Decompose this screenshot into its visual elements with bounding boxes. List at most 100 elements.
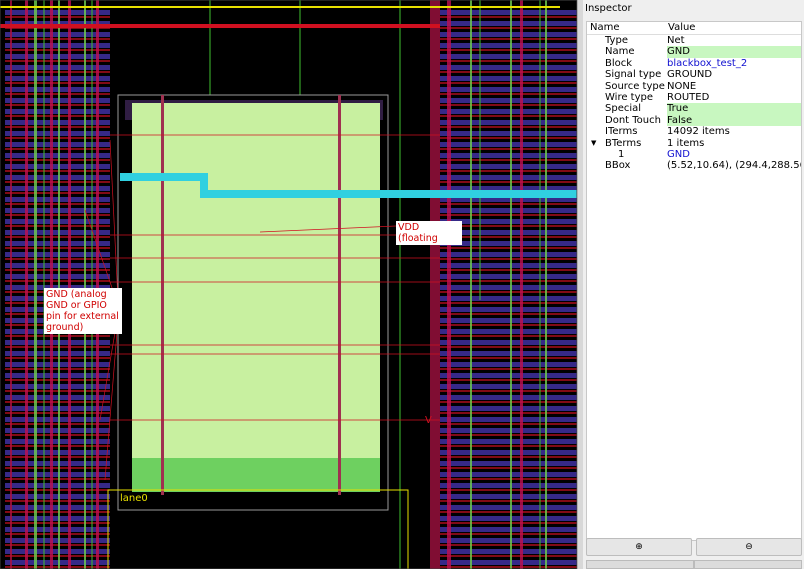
row-name: BTerms	[605, 137, 642, 149]
row-name: Special	[605, 103, 642, 115]
cell-row	[5, 340, 110, 345]
lane-label: lane0	[120, 493, 148, 504]
inspector-tree[interactable]: Name Value Type Net Name GND Block blackbox_t…	[586, 21, 802, 541]
inspector-row[interactable]: ITerms 14092 items	[587, 126, 801, 137]
layout-drawing	[0, 0, 577, 569]
row-name: Name	[605, 46, 635, 58]
cell-row	[5, 32, 110, 37]
vertical-strap	[520, 0, 523, 569]
row-value: GROUND	[667, 69, 713, 81]
vertical-strap	[447, 0, 451, 569]
expand-arrow-icon[interactable]: ▼	[591, 138, 596, 149]
row-value[interactable]: blackbox_test_2	[667, 58, 801, 69]
row-name: Type	[605, 35, 628, 46]
inspector-row[interactable]: 1 GND	[587, 149, 801, 160]
cell-row	[5, 131, 110, 136]
row-value[interactable]: GND	[667, 149, 801, 160]
inspector-button-bar: ⊕ ⊖	[586, 538, 802, 556]
cell-row	[440, 263, 577, 268]
cell-row	[5, 230, 110, 235]
bottom-tab-2[interactable]	[694, 560, 802, 569]
bottom-tabs	[586, 560, 802, 569]
cell-row	[5, 43, 110, 48]
column-name-header[interactable]: Name	[587, 22, 668, 34]
cell-row	[440, 340, 577, 345]
bottom-tab-1[interactable]	[586, 560, 694, 569]
cell-row	[440, 516, 577, 521]
inspector-row[interactable]: Name GND	[587, 46, 801, 58]
cell-row	[440, 109, 577, 114]
row-name: ITerms	[605, 126, 638, 138]
cell-row	[440, 76, 577, 81]
cell-row	[5, 483, 110, 488]
inspector-row[interactable]: Dont Touch False	[587, 114, 801, 127]
cell-row	[440, 461, 577, 466]
vertical-strap	[96, 0, 99, 569]
cell-row	[5, 428, 110, 433]
cell-row	[5, 472, 110, 477]
zoom-out-button[interactable]: ⊖	[696, 538, 802, 556]
cell-row	[440, 417, 577, 422]
cell-row	[440, 10, 577, 15]
inspector-title: Inspector	[585, 3, 632, 14]
inspector-row[interactable]: Type Net	[587, 35, 801, 46]
bottom-outline	[107, 489, 409, 569]
row-name: BBox	[605, 160, 631, 172]
row-value: (5.52,10.64), (294.4,288.56	[667, 160, 801, 172]
layout-canvas[interactable]: VDD (floating GND (analog GND or GPIO pi…	[0, 0, 577, 569]
vertical-strap	[58, 0, 60, 569]
cell-row	[5, 120, 110, 125]
cell-row	[5, 549, 110, 554]
cell-row	[5, 76, 110, 81]
vertical-strap	[25, 0, 28, 569]
macro-bottom	[132, 458, 380, 492]
vertical-strap	[50, 0, 53, 569]
cell-row	[5, 252, 110, 257]
cell-row	[440, 494, 577, 499]
cell-row	[440, 21, 577, 26]
row-name: 1	[618, 148, 625, 160]
cell-row	[440, 65, 577, 70]
cell-row	[440, 373, 577, 378]
cell-row	[5, 164, 110, 169]
zoom-in-button[interactable]: ⊕	[586, 538, 692, 556]
inspector-row[interactable]: Signal type GROUND	[587, 69, 801, 80]
cell-row	[440, 32, 577, 37]
inspector-row[interactable]: Special True	[587, 103, 801, 115]
cell-row	[440, 87, 577, 92]
column-value-header[interactable]: Value	[668, 22, 801, 34]
cell-row	[5, 395, 110, 400]
macro-strap	[161, 95, 164, 495]
cell-row	[440, 175, 577, 180]
cell-row	[440, 296, 577, 301]
cell-row	[440, 329, 577, 334]
vertical-strap	[10, 0, 12, 569]
cell-row	[5, 153, 110, 158]
cell-row	[5, 406, 110, 411]
cell-row	[440, 208, 577, 213]
cell-row	[5, 87, 110, 92]
inspector-row[interactable]: BBox (5.52,10.64), (294.4,288.56	[587, 160, 801, 171]
cell-row	[5, 274, 110, 279]
cell-row	[5, 527, 110, 532]
inspector-row[interactable]: ▼ BTerms 1 items	[587, 138, 801, 149]
cell-row	[5, 384, 110, 389]
vertical-strap	[68, 0, 71, 569]
vertical-strap	[430, 0, 440, 569]
cell-row	[440, 395, 577, 400]
cell-row	[440, 439, 577, 444]
cell-row	[440, 318, 577, 323]
callout-leader	[109, 139, 119, 301]
cell-row	[440, 153, 577, 158]
row-value: NONE	[667, 80, 697, 92]
row-value: GND	[667, 46, 801, 58]
inspector-row[interactable]: Block blackbox_test_2	[587, 58, 801, 69]
cell-row	[440, 450, 577, 455]
inspector-row[interactable]: Wire type ROUTED	[587, 92, 801, 103]
cell-row	[440, 164, 577, 169]
row-name: Dont Touch	[605, 114, 661, 126]
cell-row	[440, 505, 577, 510]
inspector-row[interactable]: Source type NONE	[587, 81, 801, 92]
cell-row	[5, 10, 110, 15]
cell-row	[5, 351, 110, 356]
